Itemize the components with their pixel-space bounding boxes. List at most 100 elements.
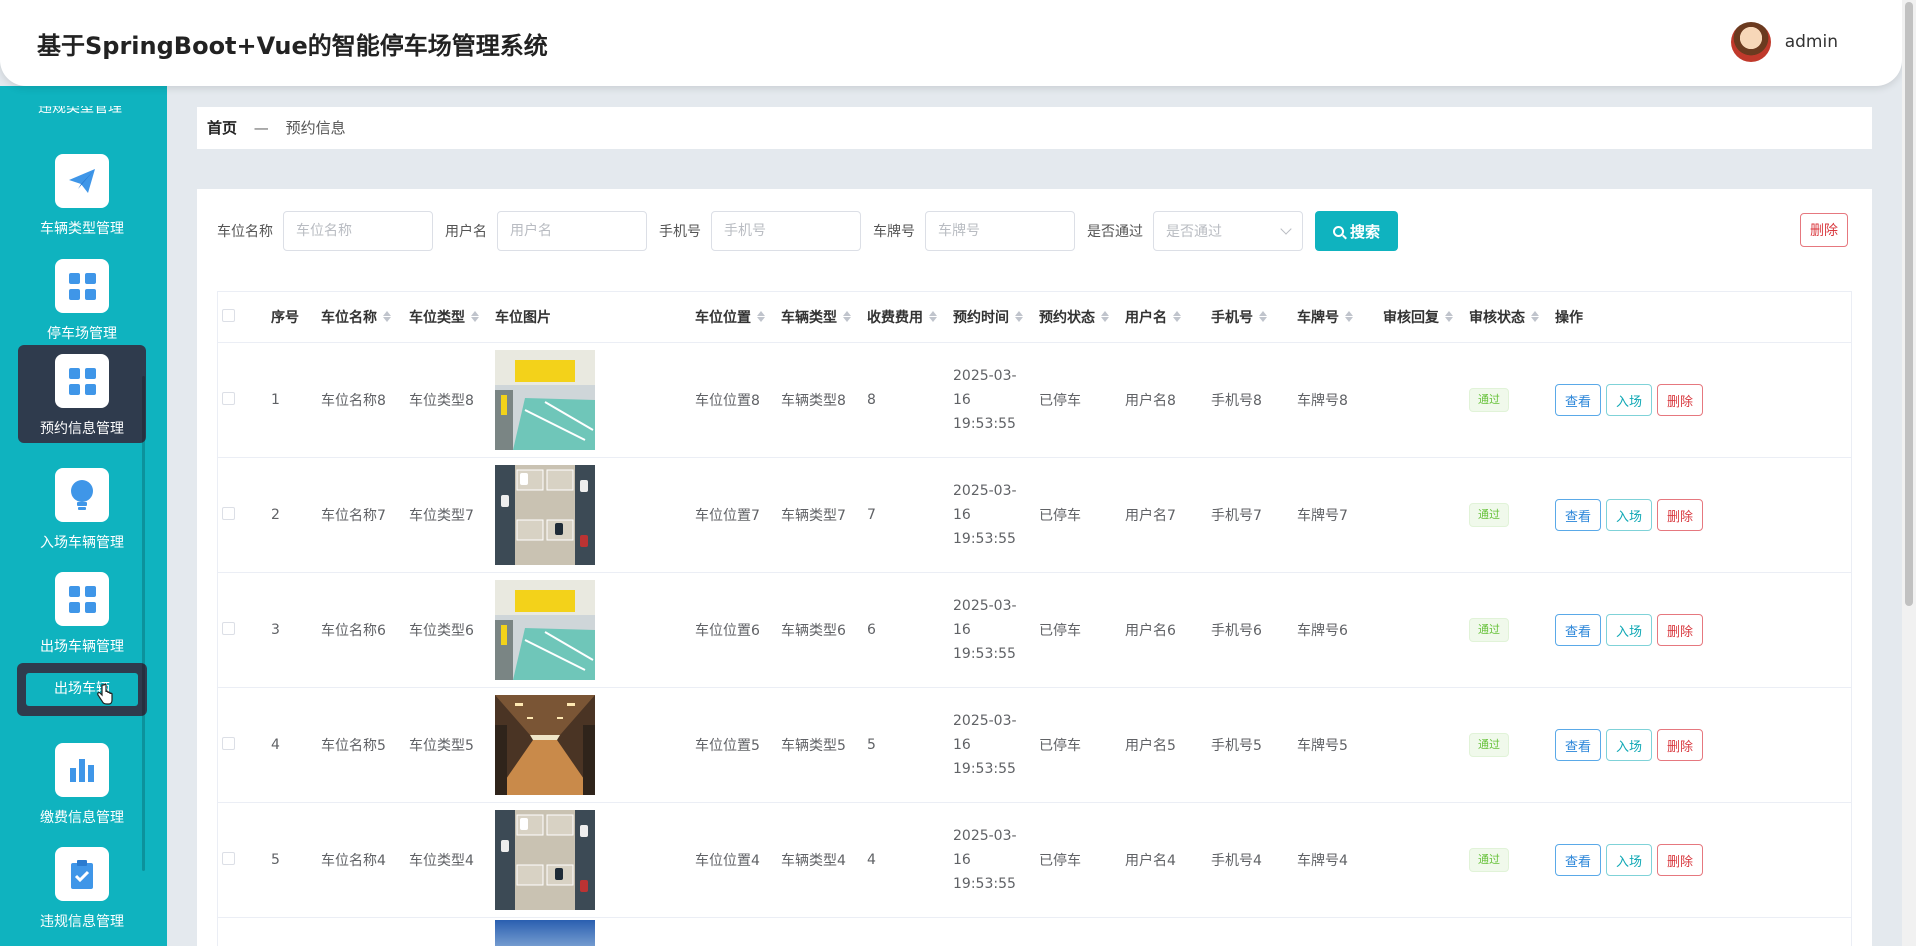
user-menu[interactable]: admin [1730,22,1838,62]
grid-icon [55,259,109,313]
username-filter-label: 用户名 [445,224,487,240]
hand-cursor-icon [97,683,113,705]
cell-reserve-time: 2025-03-16 19:53:55 [945,364,1031,436]
cell-fee: 8 [867,392,876,408]
enter-button[interactable]: 入场 [1606,729,1653,761]
status-badge: 通过 [1469,618,1509,642]
submenu-exit-vehicle-label[interactable]: 出场车辆 [26,673,138,706]
approve-select[interactable]: 是否通过 [1153,211,1303,251]
approve-select-placeholder: 是否通过 [1166,224,1222,240]
cell-reserve-status: 已停车 [1039,738,1081,754]
breadcrumb-home[interactable]: 首页 [207,119,237,137]
delete-button[interactable]: 删除 [1657,729,1704,761]
reservation-table: 序号 车位名称 车位类型 车位图片 车位位置 车辆类型 收费费用 预约时间 预约… [217,291,1852,946]
view-button[interactable]: 查看 [1555,844,1602,876]
cell-space-image [487,695,687,795]
parking-space-thumbnail[interactable] [495,465,687,565]
plate-input[interactable] [925,211,1075,251]
phone-input[interactable] [711,211,861,251]
cell-index: 2 [271,507,280,523]
parking-space-thumbnail[interactable] [495,580,687,680]
sidebar-scrollbar[interactable] [142,376,145,871]
submenu-exit-vehicle[interactable]: 出场车辆 [17,663,147,716]
col-reserve-time[interactable]: 预约时间 [945,307,1031,327]
reserve-date: 2025-03-16 [953,598,1017,638]
sidebar-item-reservation[interactable]: 预约信息管理 [18,345,146,443]
col-fee[interactable]: 收费费用 [859,307,945,327]
col-plate[interactable]: 车牌号 [1289,307,1375,327]
delete-button[interactable]: 删除 [1657,844,1704,876]
delete-button[interactable]: 删除 [1657,614,1704,646]
view-button[interactable]: 查看 [1555,614,1602,646]
reserve-clock: 19:53:55 [953,646,1016,662]
avatar[interactable] [1730,22,1771,62]
col-phone[interactable]: 手机号 [1203,307,1289,327]
page-scrollbar-thumb[interactable] [1905,2,1913,606]
reserve-date: 2025-03-16 [953,368,1017,408]
cell-fee: 5 [867,737,876,753]
parking-space-thumbnail[interactable] [495,350,687,450]
sidebar-item-exit-vehicle[interactable]: 出场车辆管理 [18,563,146,661]
parking-space-thumbnail[interactable] [495,695,687,795]
username-input[interactable] [497,211,647,251]
col-username[interactable]: 用户名 [1117,307,1203,327]
sidebar-item-violation[interactable]: 违规信息管理 [18,838,146,936]
col-location[interactable]: 车位位置 [687,307,773,327]
row-checkbox[interactable] [222,736,235,750]
sidebar-item-payment[interactable]: 缴费信息管理 [18,734,146,832]
col-reserve-status[interactable]: 预约状态 [1031,307,1117,327]
cell-phone: 手机号8 [1211,393,1262,409]
col-audit-status[interactable]: 审核状态 [1461,307,1547,327]
space-name-input[interactable] [283,211,433,251]
parking-space-thumbnail[interactable] [495,920,595,946]
grid-icon [55,354,109,408]
cell-plate: 车牌号6 [1297,623,1348,639]
cell-space-name: 车位名称4 [321,853,386,869]
sidebar-item-entry-vehicle[interactable]: 入场车辆管理 [18,459,146,557]
cell-vehicle-type: 车辆类型6 [781,623,846,639]
search-button[interactable]: 搜索 [1315,211,1399,251]
cell-location: 车位位置7 [695,508,760,524]
row-checkbox[interactable] [222,506,235,520]
cell-reserve-status: 已停车 [1039,853,1081,869]
select-all-checkbox[interactable] [222,308,235,322]
row-checkbox[interactable] [222,391,235,405]
username-label[interactable]: admin [1785,32,1838,52]
view-button[interactable]: 查看 [1555,729,1602,761]
col-space-name[interactable]: 车位名称 [313,307,401,327]
enter-button[interactable]: 入场 [1606,614,1653,646]
clipboard-check-icon [55,847,109,901]
view-button[interactable]: 查看 [1555,499,1602,531]
plate-label: 车牌号 [873,224,915,240]
cell-username: 用户名7 [1125,508,1176,524]
sidebar-item-vehicle-type[interactable]: 车辆类型管理 [18,145,146,243]
row-checkbox[interactable] [222,851,235,865]
enter-button[interactable]: 入场 [1606,384,1653,416]
row-checkbox[interactable] [222,621,235,635]
batch-delete-button[interactable]: 删除 [1800,213,1848,247]
search-button-label: 搜索 [1350,223,1381,241]
cell-actions: 查看 入场 删除 [1547,614,1747,646]
cell-space-type: 车位类型4 [409,853,474,869]
cell-username: 用户名6 [1125,623,1176,639]
parking-space-thumbnail[interactable] [495,810,687,910]
cell-index: 1 [271,392,280,408]
bulb-icon [55,468,109,522]
col-space-type[interactable]: 车位类型 [401,307,487,327]
cell-index: 5 [271,852,280,868]
cell-space-type: 车位类型8 [409,393,474,409]
delete-button[interactable]: 删除 [1657,384,1704,416]
enter-button[interactable]: 入场 [1606,499,1653,531]
enter-button[interactable]: 入场 [1606,844,1653,876]
sidebar-item-label: 车辆类型管理 [40,221,124,237]
delete-button[interactable]: 删除 [1657,499,1704,531]
approve-label: 是否通过 [1087,224,1143,240]
col-vehicle-type[interactable]: 车辆类型 [773,307,859,327]
cell-location: 车位位置4 [695,853,760,869]
col-audit-reply[interactable]: 审核回复 [1375,307,1461,327]
cell-location: 车位位置8 [695,393,760,409]
view-button[interactable]: 查看 [1555,384,1602,416]
sidebar-item-parking-lot[interactable]: 停车场管理 [18,250,146,348]
page-scrollbar[interactable] [1902,0,1916,946]
sidebar-item-violation-type-label[interactable]: 违规类型管理 [0,106,160,116]
